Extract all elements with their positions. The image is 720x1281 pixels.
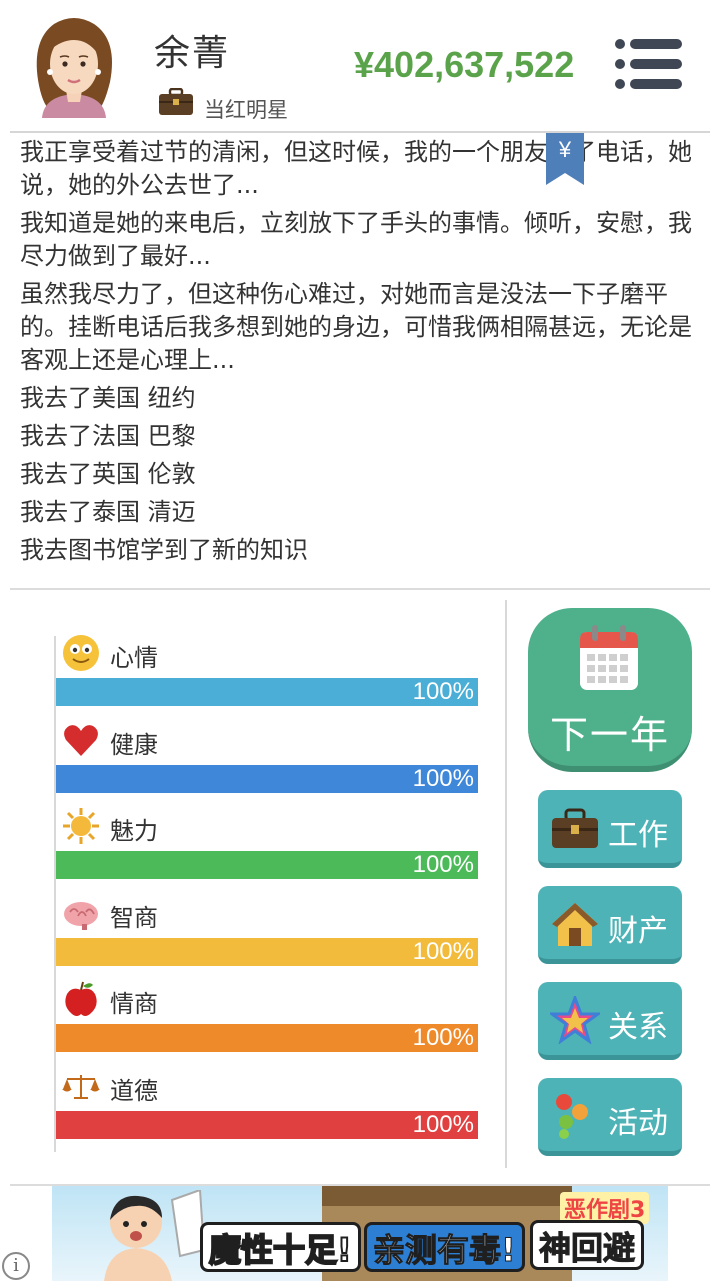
ad-text-2: 亲测有毒! <box>364 1222 525 1272</box>
stat-bar: 100% <box>56 1110 478 1139</box>
money-display: ¥402,637,522 <box>354 44 575 85</box>
stat-value: 100% <box>412 937 474 965</box>
log-entry: 我知道是她的来电后，立刻放下了手头的事情。倾听，安慰，我尽力做到了最好... <box>20 209 692 270</box>
stat-value: 100% <box>412 678 474 705</box>
briefcase-icon <box>552 808 598 848</box>
player-name: 余菁 <box>154 33 231 74</box>
stat-row: 心情 100% <box>56 634 478 720</box>
briefcase-icon <box>159 88 193 115</box>
log-entry: 我正享受着过节的清闲，但这时候，我的一个朋友来了电话，她说，她的外公去世了... <box>20 138 692 199</box>
work-button[interactable]: 工作 <box>538 790 682 868</box>
star-icon <box>550 996 600 1044</box>
player-avatar[interactable] <box>28 10 120 118</box>
calendar-icon <box>580 625 638 690</box>
header: 余菁 当红明星 ¥402,637,522 <box>0 0 720 132</box>
stat-value: 100% <box>412 764 474 792</box>
log-entry: 我去图书馆学到了新的知识 <box>20 536 308 564</box>
scales-icon <box>62 1067 100 1105</box>
panel-divider <box>505 600 507 1168</box>
bookmark-icon[interactable]: ¥ <box>546 133 584 185</box>
stat-label: 情商 <box>110 990 158 1018</box>
stat-row: 魅力 100% <box>56 807 478 893</box>
log-entry: 我去了泰国 清迈 <box>20 498 196 526</box>
ad-text-3: 神回避 <box>530 1220 645 1270</box>
relations-button[interactable]: 关系 <box>538 982 682 1060</box>
brain-icon <box>62 894 100 932</box>
stat-label: 道德 <box>110 1076 158 1105</box>
log-entry: 虽然我尽力了，但这种伤心难过，对她而言是没法一下子磨平的。挂断电话后我多想到她的… <box>20 280 692 374</box>
smiley-face-icon <box>62 634 100 672</box>
activities-label: 活动 <box>608 1106 668 1141</box>
ad-banner[interactable]: 恶作剧3 魔性十足! 亲测有毒! 神回避 <box>52 1186 668 1281</box>
stat-label: 智商 <box>110 903 158 932</box>
stat-row: 情商 100% <box>56 980 478 1066</box>
next-year-label: 下一年 <box>549 713 670 757</box>
ad-boat-roof <box>322 1186 572 1206</box>
stat-bar: 100% <box>56 678 478 706</box>
house-icon <box>552 903 598 946</box>
stat-value: 100% <box>412 1110 474 1138</box>
ad-info-icon[interactable]: i <box>2 1252 30 1280</box>
bookmark-symbol: ¥ <box>558 137 572 162</box>
sun-icon <box>62 807 100 845</box>
stat-row: 道德 100% <box>56 1067 478 1153</box>
stat-label: 心情 <box>110 644 158 672</box>
apple-icon <box>62 980 100 1018</box>
stat-value: 100% <box>412 1024 474 1051</box>
player-job: 当红明星 <box>204 98 288 122</box>
menu-icon[interactable] <box>612 36 684 92</box>
stat-bar: 100% <box>56 851 478 879</box>
event-log: 我正享受着过节的清闲，但这时候，我的一个朋友来了电话，她说，她的外公去世了...… <box>20 136 700 572</box>
activity-dots-icon <box>556 1094 588 1139</box>
stat-row: 智商 100% <box>56 894 478 980</box>
stat-bar: 100% <box>56 1024 478 1052</box>
heart-icon <box>62 721 100 759</box>
stat-row: 健康 100% <box>56 721 478 807</box>
log-divider <box>10 588 710 590</box>
activities-button[interactable]: 活动 <box>538 1078 682 1156</box>
stat-value: 100% <box>412 851 474 878</box>
relations-label: 关系 <box>608 1010 668 1045</box>
header-divider <box>10 131 710 133</box>
log-entry: 我去了法国 巴黎 <box>20 422 196 450</box>
stat-bar: 100% <box>56 937 478 966</box>
work-label: 工作 <box>608 818 668 853</box>
ad-character-graphic <box>104 1190 206 1281</box>
ad-text-1: 魔性十足! <box>200 1222 361 1272</box>
stat-bar: 100% <box>56 764 478 793</box>
log-entry: 我去了英国 伦敦 <box>20 460 196 488</box>
next-year-button[interactable]: 下一年 <box>528 608 692 772</box>
log-entry: 我去了美国 纽约 <box>20 384 196 412</box>
stat-label: 魅力 <box>110 817 158 845</box>
assets-label: 财产 <box>608 914 668 949</box>
stat-label: 健康 <box>110 730 158 759</box>
assets-button[interactable]: 财产 <box>538 886 682 964</box>
